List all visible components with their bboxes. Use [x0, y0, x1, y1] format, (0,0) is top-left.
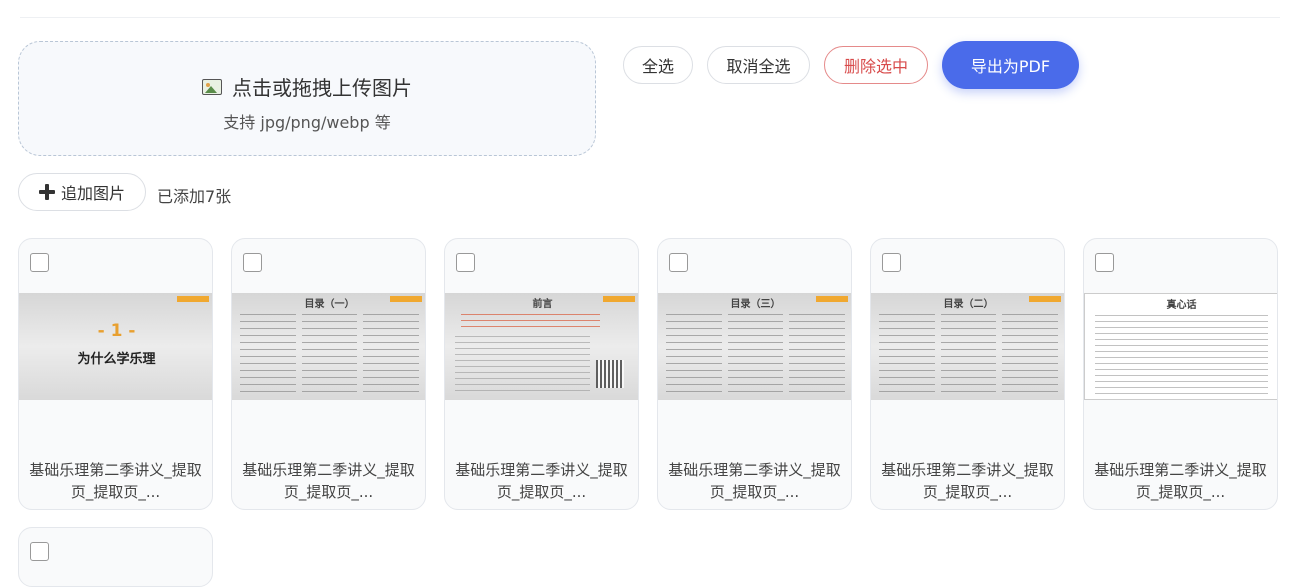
upload-title-row: 点击或拖拽上传图片 — [19, 72, 595, 101]
card-caption: 基础乐理第二季讲义_提取页_提取页_... — [455, 461, 628, 501]
card-checkbox[interactable] — [882, 253, 901, 272]
add-images-label: 追加图片 — [60, 184, 125, 203]
card-checkbox[interactable] — [1095, 253, 1114, 272]
image-card[interactable]: 目录（一） 基础乐理第二季讲义_提取页_提取页_... — [231, 238, 426, 510]
image-count: 已添加7张 — [157, 187, 232, 206]
thumbnail-title: 目录（三） — [730, 299, 781, 310]
export-pdf-button[interactable]: 导出为PDF — [942, 41, 1079, 89]
thumbnail-badge — [177, 296, 209, 302]
image-card[interactable]: 目录（三） 基础乐理第二季讲义_提取页_提取页_... — [657, 238, 852, 510]
card-caption: 基础乐理第二季讲义_提取页_提取页_... — [1094, 461, 1267, 501]
page-thumbnail: 目录（一） — [232, 293, 425, 400]
qr-code-icon — [596, 360, 624, 388]
page-thumbnail: 前言 — [445, 293, 638, 400]
thumbnail-title: 为什么学乐理 — [77, 352, 156, 367]
add-images-button[interactable]: 追加图片 — [18, 173, 146, 211]
card-checkbox[interactable] — [669, 253, 688, 272]
page-thumbnail: 真心话 — [1084, 293, 1277, 400]
upload-dropzone[interactable]: 点击或拖拽上传图片 支持 jpg/png/webp 等 — [18, 41, 596, 156]
thumbnail-text-columns — [666, 311, 846, 396]
page-thumbnail: 目录（二） — [871, 293, 1064, 400]
card-caption: 基础乐理第二季讲义_提取页_提取页_... — [881, 461, 1054, 501]
thumbnail-page-number: - 1 - — [97, 321, 136, 341]
card-checkbox[interactable] — [456, 253, 475, 272]
image-card[interactable]: 前言 基础乐理第二季讲义_提取页_提取页_... — [444, 238, 639, 510]
select-all-button[interactable]: 全选 — [623, 46, 693, 84]
thumbnail-title: 前言 — [532, 299, 553, 310]
plus-icon — [38, 184, 55, 200]
thumbnail-title: 真心话 — [1166, 300, 1197, 311]
thumbnail-title: 目录（二） — [943, 299, 994, 310]
top-divider — [20, 17, 1280, 18]
page-thumbnail: - 1 - 为什么学乐理 — [19, 293, 212, 400]
page-thumbnail: 目录（三） — [658, 293, 851, 400]
upload-subtitle: 支持 jpg/png/webp 等 — [223, 113, 391, 132]
card-checkbox[interactable] — [30, 253, 49, 272]
thumbnail-highlight-text — [461, 311, 600, 329]
card-caption: 基础乐理第二季讲义_提取页_提取页_... — [668, 461, 841, 501]
upload-title: 点击或拖拽上传图片 — [232, 76, 412, 100]
thumbnail-text-columns — [240, 311, 420, 396]
deselect-all-button[interactable]: 取消全选 — [707, 46, 810, 84]
thumbnail-body-text — [1095, 312, 1268, 395]
image-card[interactable]: 目录（二） 基础乐理第二季讲义_提取页_提取页_... — [870, 238, 1065, 510]
card-caption: 基础乐理第二季讲义_提取页_提取页_... — [29, 461, 202, 501]
thumbnail-text-columns — [879, 311, 1059, 396]
card-checkbox[interactable] — [30, 542, 49, 561]
delete-selected-button[interactable]: 删除选中 — [824, 46, 928, 84]
image-icon — [202, 78, 222, 95]
card-caption: 基础乐理第二季讲义_提取页_提取页_... — [242, 461, 415, 501]
thumbnail-body-text — [455, 333, 590, 396]
card-checkbox[interactable] — [243, 253, 262, 272]
image-card[interactable]: 真心话 基础乐理第二季讲义_提取页_提取页_... — [1083, 238, 1278, 510]
image-card[interactable]: - 1 - 为什么学乐理 基础乐理第二季讲义_提取页_提取页_... — [18, 238, 213, 510]
thumbnail-title: 目录（一） — [304, 299, 355, 310]
image-card[interactable] — [18, 527, 213, 587]
